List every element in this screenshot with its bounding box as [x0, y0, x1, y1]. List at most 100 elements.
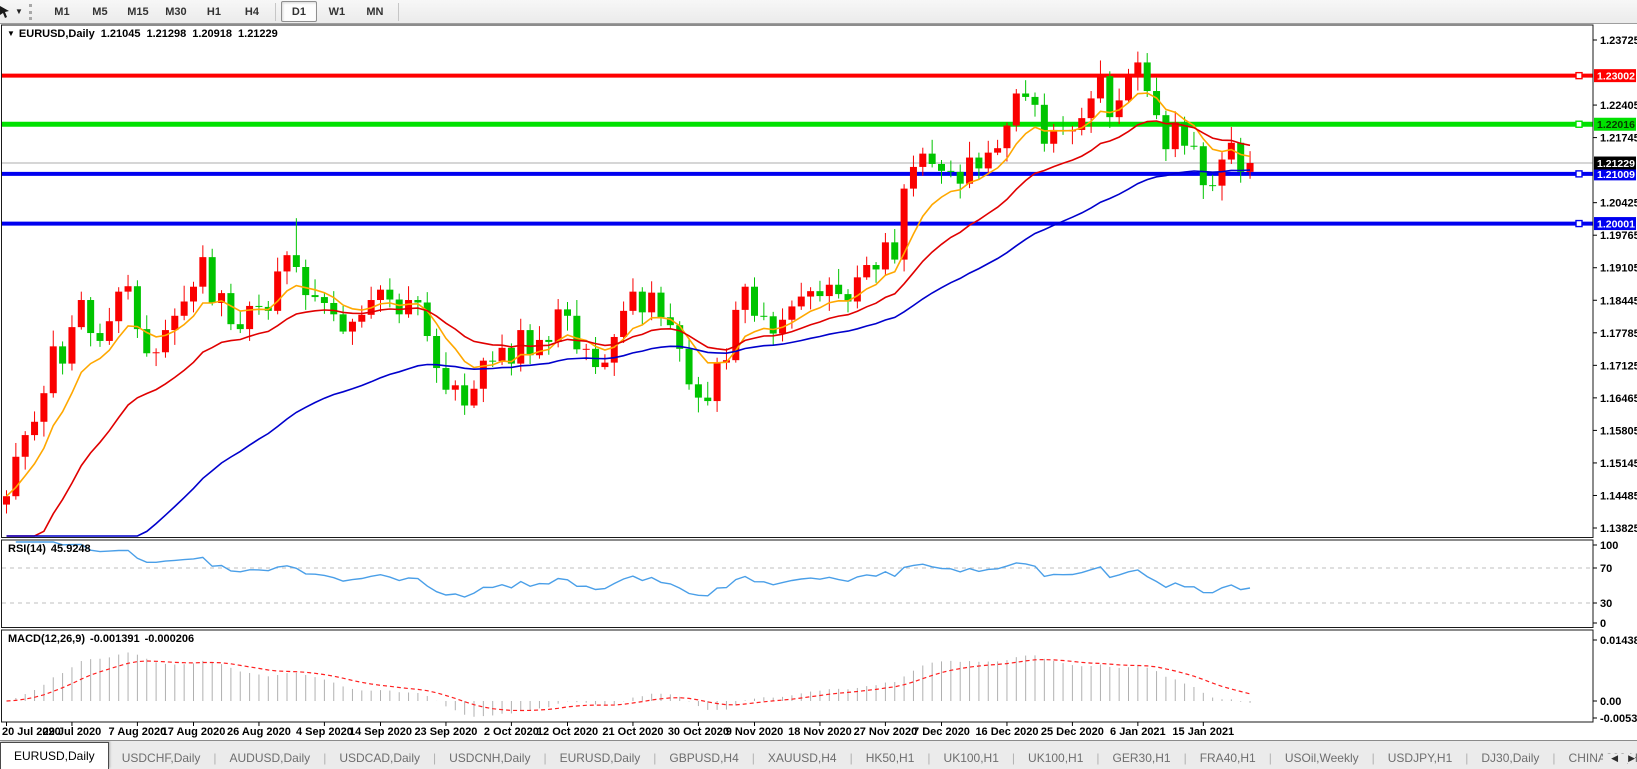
svg-text:23 Sep 2020: 23 Sep 2020 — [414, 726, 477, 738]
macd-signal-value: -0.000206 — [145, 633, 195, 645]
tab-scroll-right-icon[interactable]: ▶ — [1628, 754, 1635, 763]
svg-text:30: 30 — [1600, 598, 1612, 610]
chart-tab-12[interactable]: FRA40,H1 — [1187, 746, 1269, 769]
svg-text:29 Jul 2020: 29 Jul 2020 — [43, 726, 102, 738]
timeframe-button-w1[interactable]: W1 — [319, 1, 355, 22]
chart-tab-7[interactable]: XAUUSD,H4 — [755, 746, 850, 769]
chart-area: 1.23725 1.22405 1.21745 1.20425 1.19765 1.191… — [0, 24, 1637, 740]
chart-tabs: EURUSD,DailyUSDCHF,Daily|AUDUSD,Daily|US… — [0, 742, 1637, 769]
svg-text:1.15805: 1.15805 — [1600, 425, 1637, 437]
svg-text:0: 0 — [1600, 618, 1606, 630]
ohlc-high: 1.21298 — [146, 28, 186, 40]
svg-text:1.15145: 1.15145 — [1600, 458, 1637, 470]
line-handle[interactable] — [1576, 121, 1582, 127]
price-badge-1.23002: 1.23002 — [1594, 69, 1636, 83]
svg-text:1.22016: 1.22016 — [1597, 119, 1635, 131]
timeframe-button-m15[interactable]: M15 — [120, 1, 156, 22]
svg-text:-0.005396: -0.005396 — [1600, 713, 1637, 725]
rsi-value: 45.9248 — [51, 543, 91, 555]
svg-text:7 Dec 2020: 7 Dec 2020 — [913, 726, 970, 738]
svg-text:1.19105: 1.19105 — [1600, 263, 1637, 275]
macd-main-value: -0.001391 — [90, 633, 140, 645]
svg-text:1.22405: 1.22405 — [1600, 100, 1637, 112]
symbol-collapse-icon[interactable]: ▼ — [7, 29, 15, 38]
chart-tab-5[interactable]: EURUSD,Daily — [547, 746, 654, 769]
svg-text:25 Dec 2020: 25 Dec 2020 — [1041, 726, 1104, 738]
svg-text:1.18445: 1.18445 — [1600, 295, 1637, 307]
chart-tab-1[interactable]: USDCHF,Daily — [109, 746, 214, 769]
chart-tab-3[interactable]: USDCAD,Daily — [326, 746, 433, 769]
chart-tab-14[interactable]: USDJPY,H1 — [1375, 746, 1465, 769]
chart-tab-10[interactable]: UK100,H1 — [1015, 746, 1096, 769]
svg-text:1.21009: 1.21009 — [1597, 169, 1635, 181]
price-chart-canvas[interactable]: 1.23725 1.22405 1.21745 1.20425 1.19765 1.191… — [0, 24, 1637, 740]
tab-scroll-left-icon[interactable]: ◀ — [1611, 754, 1618, 763]
svg-text:15 Jan 2021: 15 Jan 2021 — [1172, 726, 1234, 738]
svg-text:30 Oct 2020: 30 Oct 2020 — [668, 726, 729, 738]
mt4-chart-window: ▼ M1M5M15M30H1H4D1W1MN 1.237251.224051.2… — [0, 0, 1637, 769]
cursor-tool-icon[interactable] — [0, 5, 13, 19]
line-handle[interactable] — [1576, 73, 1582, 79]
svg-text:18 Nov 2020: 18 Nov 2020 — [788, 726, 852, 738]
toolbar-separator — [398, 3, 399, 21]
svg-text:12 Oct 2020: 12 Oct 2020 — [537, 726, 598, 738]
svg-text:0.014384: 0.014384 — [1600, 635, 1637, 647]
toolbar-grip — [29, 4, 37, 20]
cursor-icon — [0, 5, 11, 19]
svg-text:7 Aug 2020: 7 Aug 2020 — [109, 726, 167, 738]
svg-text:1.20001: 1.20001 — [1597, 219, 1635, 231]
svg-text:1.14485: 1.14485 — [1600, 490, 1637, 502]
svg-text:26 Aug 2020: 26 Aug 2020 — [227, 726, 291, 738]
ohlc-close: 1.21229 — [238, 28, 278, 40]
chart-symbol: EURUSD,Daily — [19, 28, 95, 40]
chart-tabs-bar: EURUSD,DailyUSDCHF,Daily|AUDUSD,Daily|US… — [0, 740, 1637, 769]
toolbar: ▼ M1M5M15M30H1H4 D1W1MN — [0, 0, 1637, 24]
svg-text:6 Jan 2021: 6 Jan 2021 — [1110, 726, 1166, 738]
svg-text:1.16465: 1.16465 — [1600, 393, 1637, 405]
tab-scroll-arrows: ◀ ▶ — [1603, 754, 1635, 763]
timeframe-button-m30[interactable]: M30 — [158, 1, 194, 22]
svg-text:1.20425: 1.20425 — [1600, 198, 1637, 210]
svg-text:1.21229: 1.21229 — [1597, 158, 1635, 170]
price-badge-1.20001: 1.20001 — [1594, 217, 1636, 231]
svg-text:14 Sep 2020: 14 Sep 2020 — [349, 726, 412, 738]
timeframe-button-h1[interactable]: H1 — [196, 1, 232, 22]
price-badge-1.22016: 1.22016 — [1594, 118, 1636, 131]
chart-tab-15[interactable]: DJ30,Daily — [1468, 746, 1552, 769]
svg-text:27 Nov 2020: 27 Nov 2020 — [854, 726, 918, 738]
svg-text:100: 100 — [1600, 540, 1618, 552]
svg-text:1.23002: 1.23002 — [1597, 71, 1635, 83]
chart-tab-0[interactable]: EURUSD,Daily — [0, 742, 109, 769]
line-handle[interactable] — [1576, 171, 1582, 177]
timeframe-button-mn[interactable]: MN — [357, 1, 393, 22]
svg-text:70: 70 — [1600, 563, 1612, 575]
chart-tab-4[interactable]: USDCNH,Daily — [436, 746, 543, 769]
svg-text:1.21745: 1.21745 — [1600, 133, 1637, 145]
toolbar-separator — [275, 3, 276, 21]
svg-text:21 Oct 2020: 21 Oct 2020 — [602, 726, 663, 738]
chart-tab-11[interactable]: GER30,H1 — [1100, 746, 1184, 769]
svg-text:0.00: 0.00 — [1600, 696, 1621, 708]
timeframe-button-m1[interactable]: M1 — [44, 1, 80, 22]
timeframe-buttons: M1M5M15M30H1H4 D1W1MN — [43, 1, 403, 22]
chevron-down-icon[interactable]: ▼ — [15, 7, 23, 16]
chart-tab-2[interactable]: AUDUSD,Daily — [217, 746, 324, 769]
chart-tab-13[interactable]: USOil,Weekly — [1272, 746, 1372, 769]
svg-text:1.23725: 1.23725 — [1600, 35, 1637, 47]
svg-text:9 Nov 2020: 9 Nov 2020 — [726, 726, 783, 738]
svg-text:1.13825: 1.13825 — [1600, 523, 1637, 535]
chart-tab-8[interactable]: HK50,H1 — [853, 746, 928, 769]
timeframe-button-d1[interactable]: D1 — [281, 1, 317, 22]
timeframe-button-m5[interactable]: M5 — [82, 1, 118, 22]
svg-text:4 Sep 2020: 4 Sep 2020 — [296, 726, 353, 738]
chart-tab-9[interactable]: UK100,H1 — [931, 746, 1012, 769]
svg-text:16 Dec 2020: 16 Dec 2020 — [975, 726, 1038, 738]
price-badge-1.21229: 1.21229 — [1594, 157, 1636, 171]
ohlc-low: 1.20918 — [192, 28, 232, 40]
line-handle[interactable] — [1576, 221, 1582, 227]
chart-tab-6[interactable]: GBPUSD,H4 — [656, 746, 751, 769]
timeframe-button-h4[interactable]: H4 — [234, 1, 270, 22]
chart-title: ▼EURUSD,Daily1.210451.212981.209181.2122… — [7, 28, 284, 40]
svg-text:1.19765: 1.19765 — [1600, 230, 1637, 242]
svg-text:17 Aug 2020: 17 Aug 2020 — [162, 726, 226, 738]
